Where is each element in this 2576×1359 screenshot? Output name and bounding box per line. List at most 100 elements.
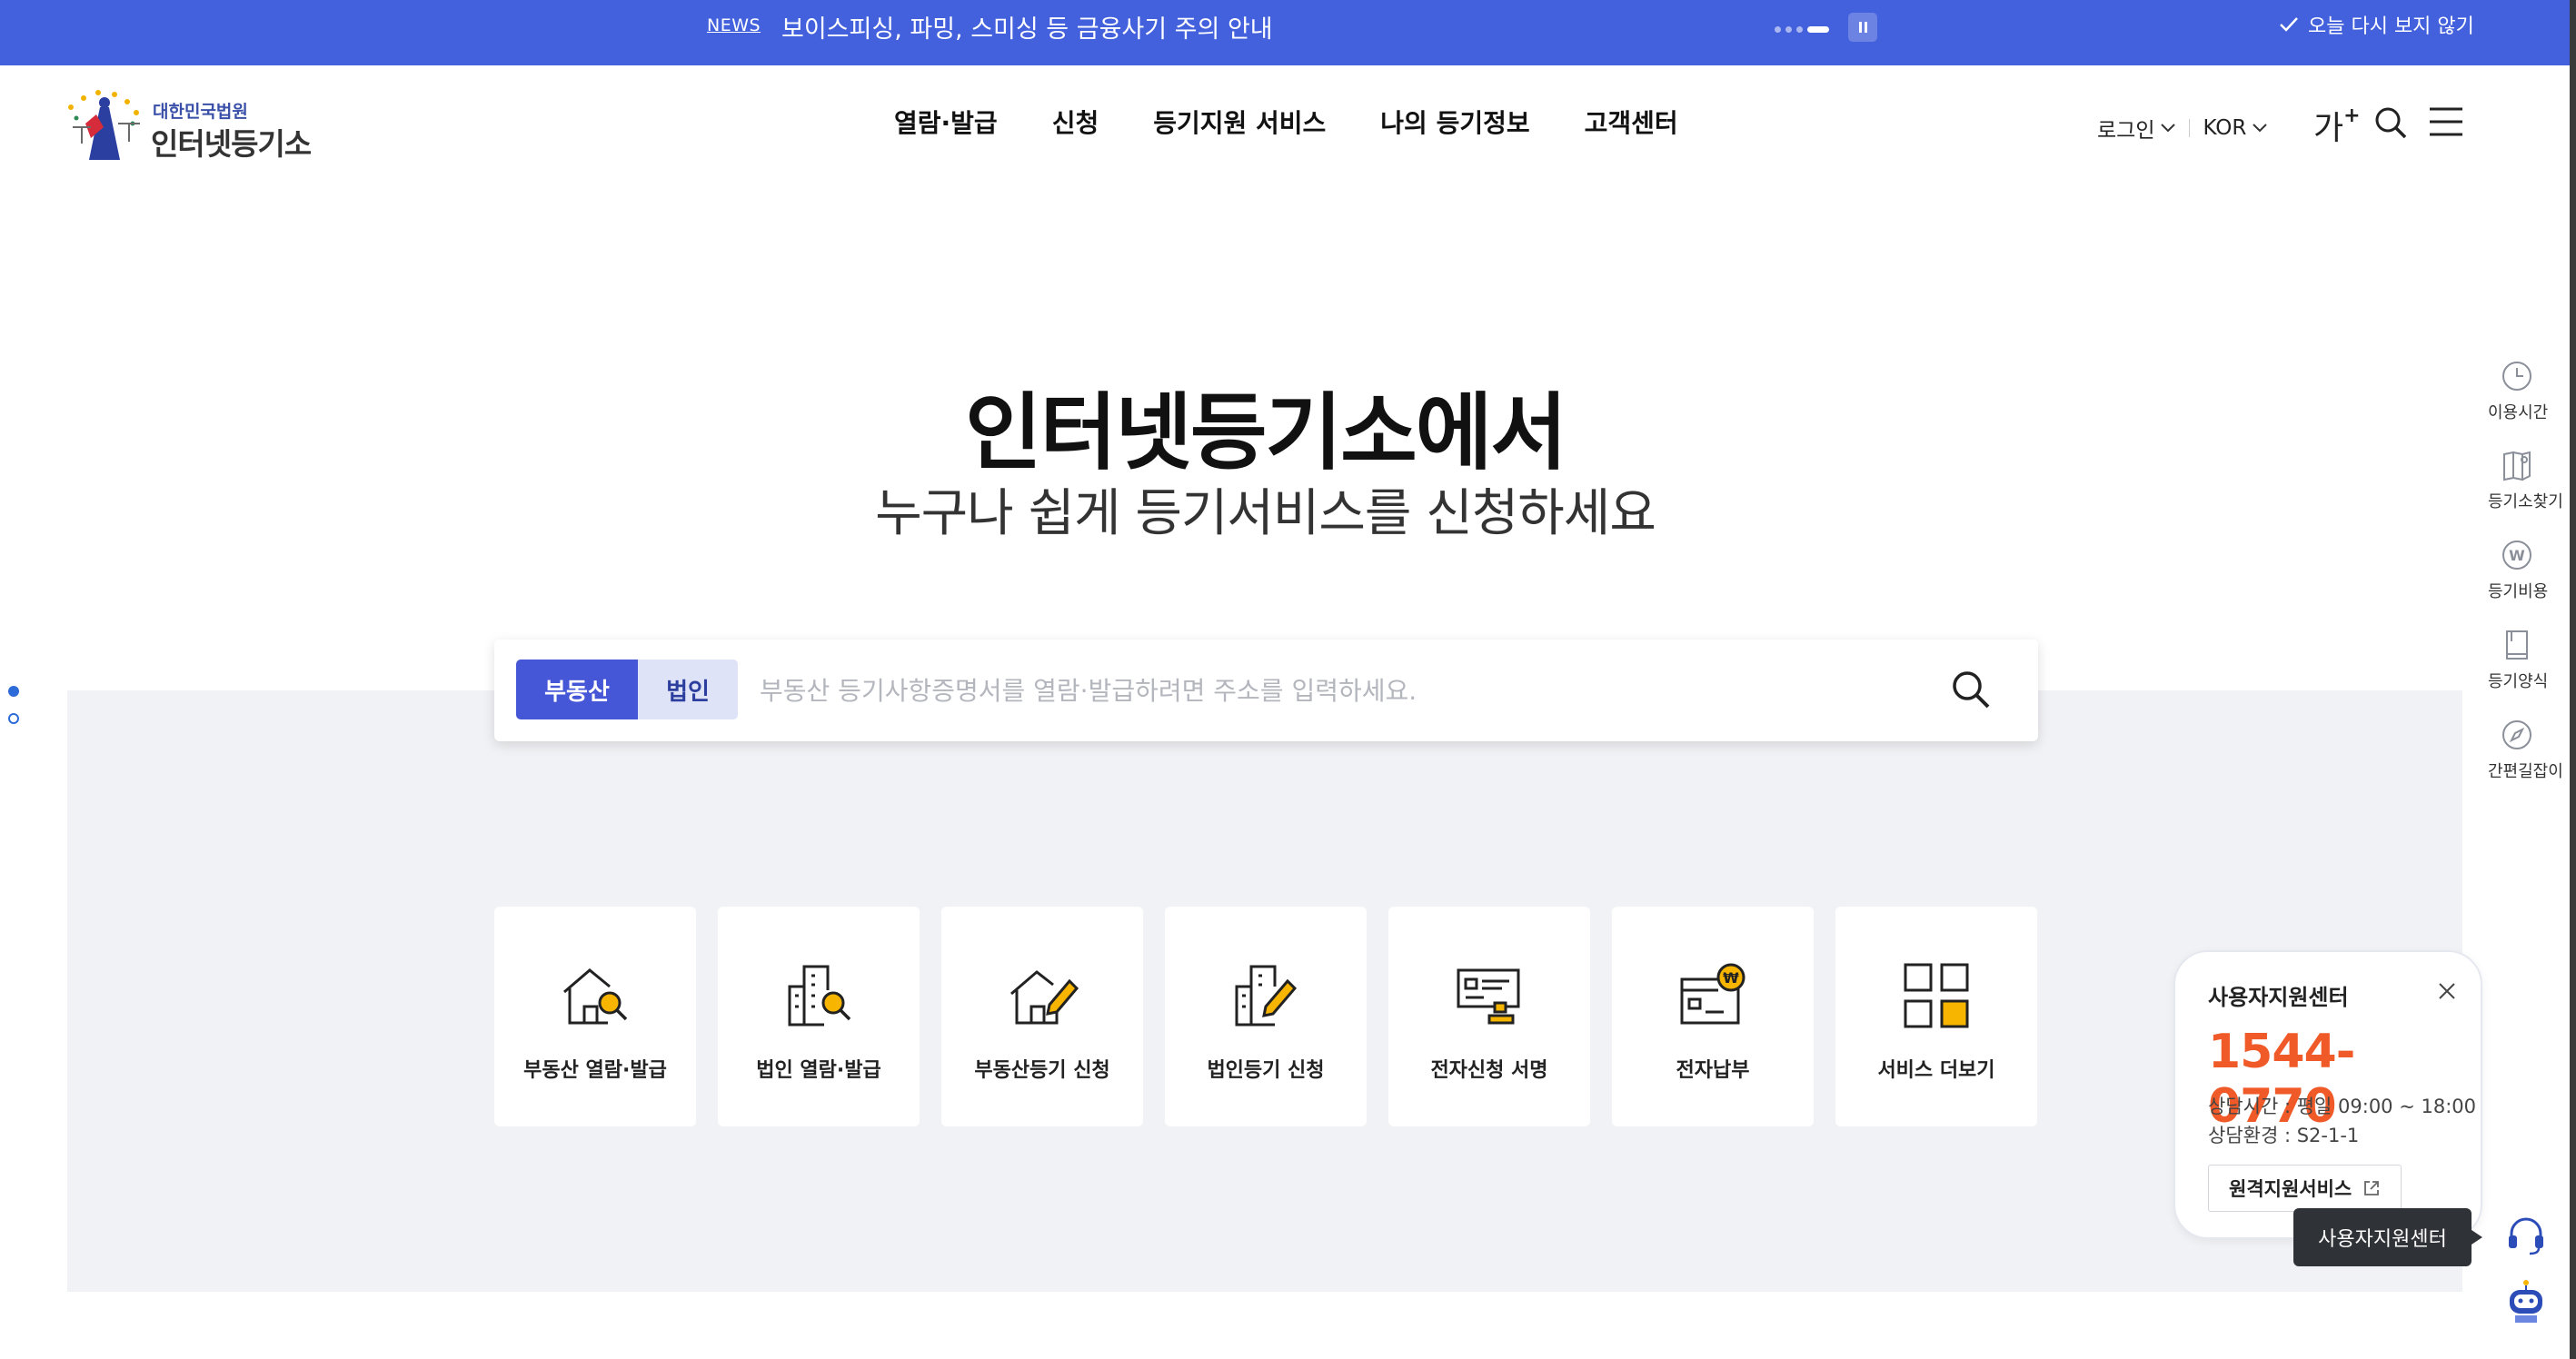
card-label: 부동산등기 신청 bbox=[974, 1059, 1110, 1082]
building-search-icon bbox=[788, 965, 851, 1027]
quick-link-label: 등기비용 bbox=[2488, 582, 2549, 601]
quick-link-forms[interactable]: 등기양식 bbox=[2488, 627, 2549, 692]
support-close-button[interactable] bbox=[2437, 981, 2457, 1005]
epayment-icon: ₩ bbox=[1680, 963, 1746, 1025]
svg-text:W: W bbox=[2509, 547, 2525, 564]
address-search-input[interactable] bbox=[758, 665, 1939, 716]
close-icon bbox=[2439, 983, 2455, 999]
card-e-payment[interactable]: ₩ 전자납부 bbox=[1612, 907, 1814, 1126]
quick-link-hours[interactable]: 이용시간 bbox=[2488, 358, 2549, 423]
card-label: 법인등기 신청 bbox=[1207, 1059, 1325, 1082]
card-more-services[interactable]: 서비스 더보기 bbox=[1835, 907, 2037, 1126]
news-dot-active[interactable] bbox=[1807, 26, 1829, 33]
nav-item-apply[interactable]: 신청 bbox=[1052, 104, 1099, 140]
chevron-down-icon bbox=[2161, 124, 2176, 133]
divider bbox=[2189, 119, 2191, 137]
login-dropdown[interactable]: 로그인 bbox=[2097, 113, 2176, 144]
won-coin-icon: W bbox=[2502, 541, 2531, 570]
section-pager-dot[interactable] bbox=[8, 713, 19, 724]
logo-subtitle: 대한민국법원 bbox=[153, 102, 248, 122]
check-icon bbox=[2279, 16, 2299, 33]
card-corporation-view[interactable]: 법인 열람·발급 bbox=[718, 907, 920, 1126]
search-icon bbox=[2375, 107, 2407, 139]
chevron-down-icon bbox=[2253, 124, 2268, 133]
font-size-button[interactable]: 가+ bbox=[2313, 102, 2361, 149]
support-hours: 상담시간 : 평일 09:00 ~ 18:00 bbox=[2208, 1096, 2477, 1117]
card-label: 전자납부 bbox=[1676, 1059, 1750, 1082]
nav-item-support-service[interactable]: 등기지원 서비스 bbox=[1153, 104, 1326, 140]
font-size-plus: + bbox=[2343, 104, 2361, 127]
news-dot[interactable] bbox=[1785, 26, 1792, 33]
news-label: NEWS bbox=[707, 15, 761, 35]
nav-item-view-issue[interactable]: 열람·발급 bbox=[894, 104, 998, 140]
hero-subtitle: 누구나 쉽게 등기서비스를 신청하세요 bbox=[875, 484, 1656, 543]
card-label: 법인 열람·발급 bbox=[756, 1059, 881, 1082]
chatbot-button[interactable] bbox=[2501, 1277, 2551, 1332]
tab-corporation[interactable]: 법인 bbox=[638, 660, 738, 719]
news-pagination[interactable] bbox=[1775, 24, 1836, 35]
quick-link-label: 이용시간 bbox=[2488, 403, 2549, 422]
header-search-button[interactable] bbox=[2373, 105, 2408, 144]
section-pager-dot-active[interactable] bbox=[8, 686, 19, 697]
quick-link-cost[interactable]: W 등기비용 bbox=[2488, 537, 2549, 602]
quick-link-label: 등기소찾기 bbox=[2488, 492, 2563, 511]
map-book-icon bbox=[2503, 451, 2531, 481]
grid-more-icon bbox=[1904, 963, 1969, 1028]
house-search-icon bbox=[563, 968, 628, 1025]
quick-link-guide[interactable]: 간편길잡이 bbox=[2488, 717, 2563, 782]
card-real-estate-view[interactable]: 부동산 열람·발급 bbox=[494, 907, 696, 1126]
svg-text:₩: ₩ bbox=[1723, 969, 1739, 987]
quick-link-find-office[interactable]: 등기소찾기 bbox=[2488, 447, 2563, 512]
news-link[interactable]: 보이스피싱, 파밍, 스미싱 등 금융사기 주의 안내 bbox=[781, 9, 1273, 45]
card-label: 서비스 더보기 bbox=[1877, 1059, 1995, 1082]
nav-item-my-info[interactable]: 나의 등기정보 bbox=[1380, 104, 1529, 140]
remote-support-button[interactable]: 원격지원서비스 bbox=[2208, 1165, 2402, 1212]
building-edit-icon bbox=[1235, 965, 1298, 1027]
pause-icon-bar bbox=[1865, 22, 1867, 33]
house-edit-icon bbox=[1010, 970, 1079, 1025]
news-dot[interactable] bbox=[1775, 26, 1781, 33]
form-book-icon bbox=[2506, 630, 2528, 660]
quick-service-cards: 부동산 열람·발급 법인 열람·발급 부동산등기 신청 법인등기 신청 전자신청… bbox=[494, 907, 2037, 1126]
login-label: 로그인 bbox=[2097, 119, 2155, 143]
all-menu-button[interactable] bbox=[2428, 105, 2464, 142]
font-size-label: 가 bbox=[2313, 110, 2344, 147]
card-e-signature[interactable]: 전자신청 서명 bbox=[1388, 907, 1590, 1126]
esign-icon bbox=[1457, 968, 1520, 1025]
news-banner: NEWS 보이스피싱, 파밍, 스미싱 등 금융사기 주의 안내 오늘 다시 보… bbox=[0, 0, 2576, 65]
support-tooltip: 사용자지원센터 bbox=[2293, 1208, 2482, 1266]
search-type-tabs: 부동산 법인 bbox=[516, 660, 738, 719]
support-environment: 상담환경 : S2-1-1 bbox=[2208, 1125, 2360, 1146]
dismiss-today-button[interactable]: 오늘 다시 보지 않기 bbox=[2279, 9, 2474, 40]
pause-icon bbox=[1859, 22, 1862, 33]
quick-link-label: 등기양식 bbox=[2488, 672, 2549, 691]
language-dropdown[interactable]: KOR bbox=[2203, 116, 2268, 140]
court-emblem-icon bbox=[68, 90, 140, 160]
utility-menu: 로그인 KOR bbox=[2097, 113, 2268, 144]
main-navigation: 열람·발급 신청 등기지원 서비스 나의 등기정보 고객센터 bbox=[894, 104, 1678, 140]
chatbot-robot-icon bbox=[2510, 1280, 2542, 1323]
nav-item-customer-center[interactable]: 고객센터 bbox=[1585, 104, 1678, 140]
support-title: 사용자지원센터 bbox=[2208, 985, 2349, 1010]
search-submit-button[interactable] bbox=[1946, 665, 1997, 716]
remote-support-label: 원격지원서비스 bbox=[2229, 1178, 2352, 1200]
compass-icon bbox=[2502, 720, 2531, 749]
tab-real-estate[interactable]: 부동산 bbox=[516, 660, 638, 719]
logo-title: 인터넷등기소 bbox=[151, 126, 312, 162]
news-dot[interactable] bbox=[1796, 26, 1803, 33]
site-logo[interactable]: 대한민국법원 인터넷등기소 bbox=[64, 84, 318, 167]
dismiss-label: 오늘 다시 보지 않기 bbox=[2308, 15, 2474, 38]
support-center-button[interactable] bbox=[2504, 1214, 2548, 1261]
search-icon bbox=[1953, 671, 1990, 709]
language-label: KOR bbox=[2203, 116, 2247, 140]
window-scrollbar[interactable] bbox=[2570, 0, 2576, 1359]
card-label: 부동산 열람·발급 bbox=[523, 1059, 667, 1082]
news-pause-button[interactable] bbox=[1848, 13, 1877, 42]
hamburger-icon bbox=[2430, 107, 2462, 136]
support-center-popup: 사용자지원센터 1544-0770 상담시간 : 평일 09:00 ~ 18:0… bbox=[2173, 950, 2482, 1239]
main-search-box: 부동산 법인 bbox=[494, 640, 2038, 741]
card-corporation-apply[interactable]: 법인등기 신청 bbox=[1165, 907, 1367, 1126]
headset-icon bbox=[2509, 1217, 2543, 1255]
hero-title: 인터넷등기소에서 bbox=[964, 384, 1567, 481]
card-real-estate-apply[interactable]: 부동산등기 신청 bbox=[941, 907, 1143, 1126]
